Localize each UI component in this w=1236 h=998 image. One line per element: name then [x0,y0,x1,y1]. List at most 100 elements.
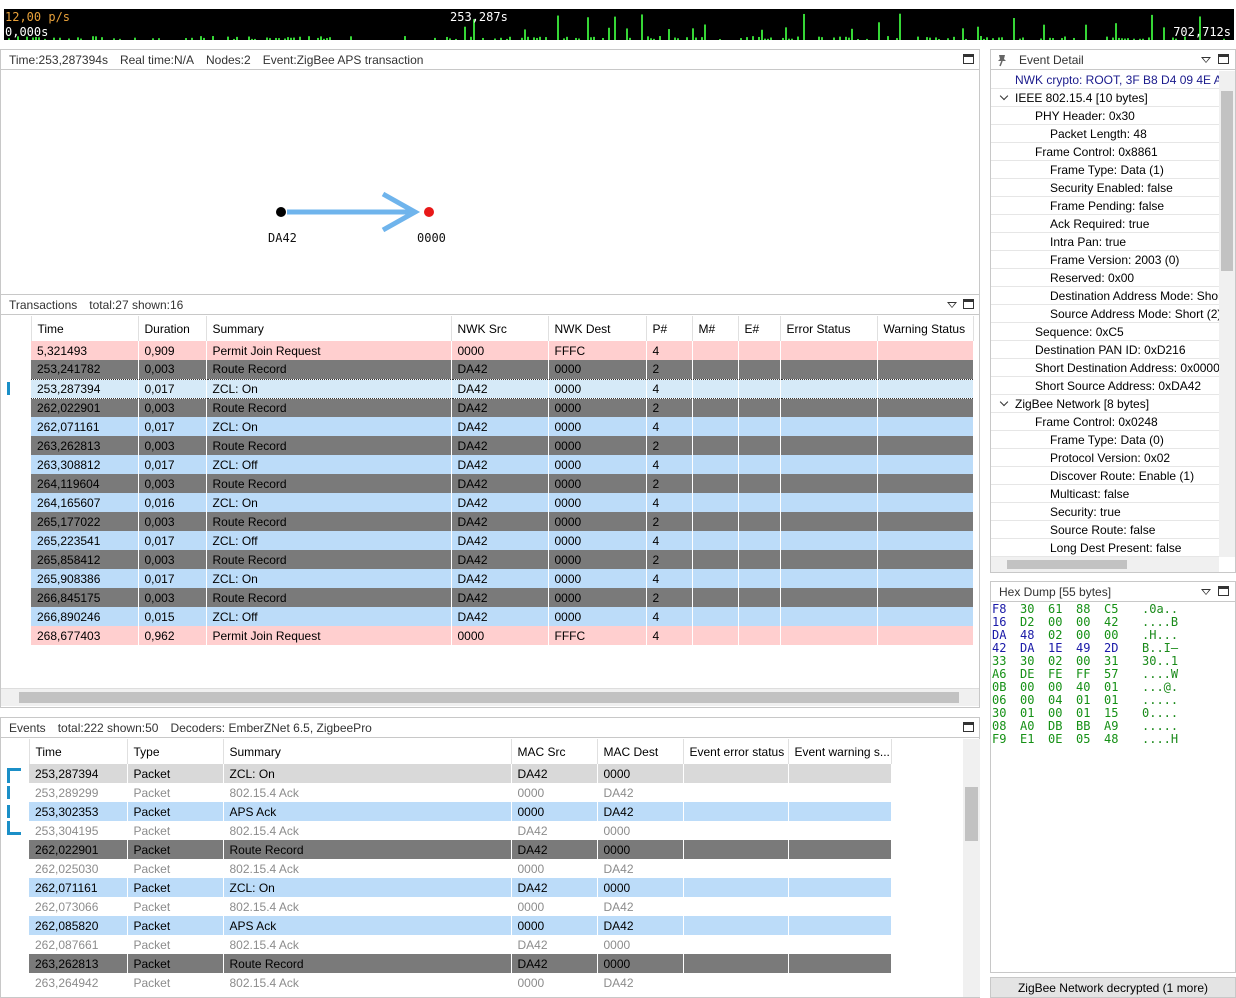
node-dst-label[interactable]: 0000 [417,231,446,245]
transaction-row[interactable]: 265,908386 0,017 ZCL: On DA42 0000 4 [1,569,974,588]
column-header[interactable]: Time [29,739,128,764]
column-header[interactable]: M# [692,316,739,341]
hex-byte[interactable]: 05 [1076,733,1104,746]
column-header[interactable]: Type [127,739,224,764]
maximize-icon[interactable] [963,54,974,64]
event-row[interactable]: 253,289299 Packet 802.15.4 Ack 0000 DA42 [1,783,892,802]
transaction-row[interactable]: 265,858412 0,003 Route Record DA42 0000 2 [1,550,974,569]
transaction-row[interactable]: 253,241782 0,003 Route Record DA42 0000 2 [1,360,974,379]
hex-byte[interactable]: F9 [992,733,1020,746]
event-row[interactable]: 262,085820 Packet APS Ack 0000 DA42 [1,916,892,935]
detail-tree-row[interactable]: Security: true [991,503,1219,521]
column-header[interactable]: Duration [138,316,207,341]
transaction-row[interactable]: 265,223541 0,017 ZCL: Off DA42 0000 4 [1,531,974,550]
column-header[interactable]: P# [646,316,693,341]
event-row[interactable]: 263,264942 Packet 802.15.4 Ack 0000 DA42 [1,973,892,992]
detail-tree-row[interactable]: Frame Control: 0x0248 [991,413,1219,431]
detail-tree-row[interactable]: Frame Pending: false [991,197,1219,215]
column-header[interactable]: Event warning s... [788,739,892,764]
vertical-scrollbar[interactable] [1219,71,1235,557]
event-row[interactable]: 253,302353 Packet APS Ack 0000 DA42 [1,802,892,821]
column-header[interactable]: NWK Dest [548,316,647,341]
detail-tree-row[interactable]: ZigBee Network [8 bytes] [991,395,1219,413]
detail-tree-row[interactable]: Frame Control: 0x8861 [991,143,1219,161]
column-header[interactable]: Error Status [780,316,878,341]
hex-byte[interactable]: 48 [1104,733,1132,746]
detail-tree-row[interactable]: Short Destination Address: 0x0000 [991,359,1219,377]
detail-tree-row[interactable]: Discover Route: Enable (1) [991,467,1219,485]
maximize-icon[interactable] [1218,586,1229,596]
detail-tree-row[interactable]: Intra Pan: true [991,233,1219,251]
detail-tree-row[interactable]: Frame Type: Data (1) [991,161,1219,179]
transaction-row[interactable]: 262,022901 0,003 Route Record DA42 0000 2 [1,398,974,417]
scrollbar-thumb[interactable] [1007,560,1127,569]
transactions-table-wrap[interactable]: Time Duration Summary NWK Src NWK Dest P… [1,316,979,688]
column-header[interactable]: MAC Src [511,739,598,764]
column-header[interactable]: Warning Status [877,316,974,341]
column-header[interactable]: NWK Src [451,316,549,341]
hex-dump-content[interactable]: F8 30 61 88 C5.0a.. 16 D2 00 00 42 ....B DA 48 02 00 00… [991,603,1235,971]
detail-tree-row[interactable]: Packet Length: 48 [991,125,1219,143]
detail-tree-row[interactable]: Reserved: 0x00 [991,269,1219,287]
detail-tree-row[interactable]: IEEE 802.15.4 [10 bytes] [991,89,1219,107]
detail-tree-row[interactable]: Destination PAN ID: 0xD216 [991,341,1219,359]
detail-tree-row[interactable]: NWK crypto: ROOT, 3F B8 D4 09 4E AD [991,71,1219,89]
expand-chevron-icon[interactable] [999,91,1009,101]
detail-tree-row[interactable]: Destination Address Mode: Short [991,287,1219,305]
panel-menu-icon[interactable] [947,302,957,308]
node-src-label[interactable]: DA42 [268,231,297,245]
event-row[interactable]: 253,304195 Packet 802.15.4 Ack DA42 0000 [1,821,892,840]
column-header[interactable]: Time [31,316,139,341]
detail-tree-row[interactable]: Frame Version: 2003 (0) [991,251,1219,269]
event-row[interactable]: 262,071161 Packet ZCL: On DA42 0000 [1,878,892,897]
detail-tree-row[interactable]: Security Enabled: false [991,179,1219,197]
event-detail-tree[interactable]: NWK crypto: ROOT, 3F B8 D4 09 4E AD IEEE … [991,71,1219,557]
maximize-icon[interactable] [963,299,974,309]
column-header[interactable]: MAC Dest [597,739,684,764]
transaction-row[interactable]: 263,262813 0,003 Route Record DA42 0000 2 [1,436,974,455]
maximize-icon[interactable] [963,722,974,732]
vertical-scrollbar[interactable] [963,739,980,997]
hex-byte[interactable]: 0E [1048,733,1076,746]
scrollbar-thumb[interactable] [965,787,978,841]
transaction-row[interactable]: 268,677403 0,962 Permit Join Request 0000 FF… [1,626,974,645]
event-row[interactable]: 253,287394 Packet ZCL: On DA42 0000 [1,764,892,783]
transaction-row[interactable]: 262,071161 0,017 ZCL: On DA42 0000 4 [1,417,974,436]
detail-tree-row[interactable]: Ack Required: true [991,215,1219,233]
scrollbar-thumb[interactable] [19,692,959,703]
detail-tree-row[interactable]: Long Dest Present: false [991,539,1219,557]
expand-chevron-icon[interactable] [999,397,1009,407]
detail-tree-row[interactable]: Protocol Version: 0x02 [991,449,1219,467]
detail-tree-row[interactable]: Short Source Address: 0xDA42 [991,377,1219,395]
scrollbar-thumb[interactable] [1221,91,1233,271]
transaction-row[interactable]: 266,890246 0,015 ZCL: Off DA42 0000 4 [1,607,974,626]
column-header[interactable]: E# [738,316,781,341]
decryption-status[interactable]: ZigBee Network decrypted (1 more) [990,977,1236,998]
transaction-row[interactable]: 265,177022 0,003 Route Record DA42 0000 2 [1,512,974,531]
panel-menu-icon[interactable] [1201,57,1211,63]
transaction-row[interactable]: 263,308812 0,017 ZCL: Off DA42 0000 4 [1,455,974,474]
event-row[interactable]: 262,073066 Packet 802.15.4 Ack 0000 DA42 [1,897,892,916]
transaction-row[interactable]: 253,287394 0,017 ZCL: On DA42 0000 4 [1,378,974,399]
transaction-row[interactable]: 264,165607 0,016 ZCL: On DA42 0000 4 [1,493,974,512]
detail-tree-row[interactable]: Multicast: false [991,485,1219,503]
horizontal-scrollbar[interactable] [991,557,1219,572]
detail-tree-row[interactable]: Source Address Mode: Short (2) [991,305,1219,323]
transaction-row[interactable]: 266,845175 0,003 Route Record DA42 0000 2 [1,588,974,607]
horizontal-scrollbar[interactable] [1,688,979,706]
column-header[interactable]: Summary [223,739,512,764]
panel-menu-icon[interactable] [1201,589,1211,595]
column-header[interactable]: Summary [206,316,452,341]
transaction-row[interactable]: 264,119604 0,003 Route Record DA42 0000 2 [1,474,974,493]
column-header[interactable]: Event error status [683,739,789,764]
detail-tree-row[interactable]: Frame Type: Data (0) [991,431,1219,449]
event-row[interactable]: 262,022901 Packet Route Record DA42 0000 [1,840,892,859]
event-row[interactable]: 262,025030 Packet 802.15.4 Ack 0000 DA42 [1,859,892,878]
event-row[interactable]: 262,087661 Packet 802.15.4 Ack DA42 0000 [1,935,892,954]
detail-tree-row[interactable]: Sequence: 0xC5 [991,323,1219,341]
detail-tree-row[interactable]: PHY Header: 0x30 [991,107,1219,125]
events-table-wrap[interactable]: Time Type Summary MAC Src MAC Dest Event… [1,739,963,997]
event-row[interactable]: 263,262813 Packet Route Record DA42 0000 [1,954,892,973]
maximize-icon[interactable] [1218,54,1229,64]
pin-icon[interactable] [995,53,1009,67]
